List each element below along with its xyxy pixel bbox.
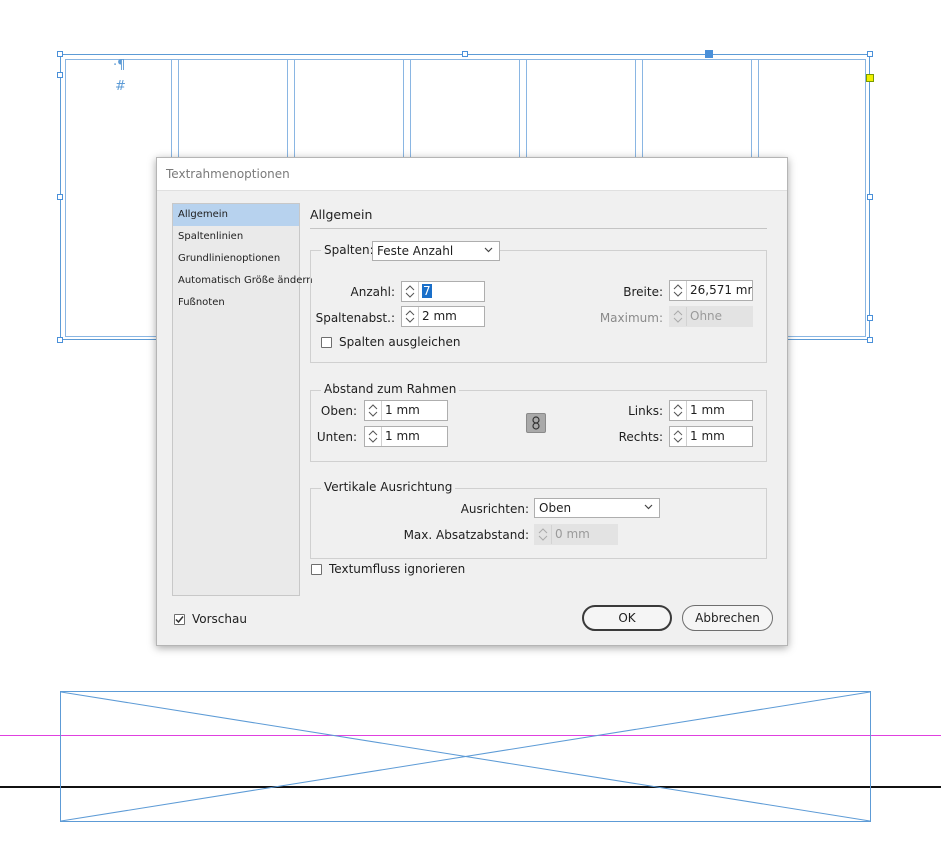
ok-button[interactable]: OK — [582, 605, 672, 631]
max-absatzabstand-value: 0 mm — [555, 527, 590, 541]
max-absatzabstand-stepper: 0 mm — [534, 524, 618, 545]
rechts-label: Rechts: — [618, 430, 663, 444]
unten-label: Unten: — [316, 430, 357, 444]
graphic-frame-placeholder[interactable] — [60, 691, 871, 822]
dialog-title: Textrahmenoptionen — [166, 167, 290, 181]
hash-marker: # — [115, 79, 126, 94]
ausrichten-dropdown[interactable]: Oben — [534, 498, 660, 518]
spalten-ausgleichen-checkbox[interactable] — [321, 337, 332, 348]
links-value: 1 mm — [690, 403, 725, 417]
overset-port-handle[interactable] — [867, 315, 873, 321]
stepper-arrows-icon — [535, 525, 552, 544]
pilcrow-marker: ·¶ — [113, 58, 126, 73]
breite-label: Breite: — [623, 285, 663, 299]
stepper-arrows-icon[interactable] — [402, 282, 419, 301]
stepper-arrows-icon[interactable] — [670, 427, 687, 446]
in-port-handle[interactable] — [57, 72, 63, 78]
ausrichten-value: Oben — [539, 501, 572, 515]
resize-handle-right[interactable] — [867, 194, 873, 200]
breite-value: 26,571 mr — [690, 283, 752, 297]
resize-handle-bottom-right[interactable] — [867, 337, 873, 343]
rechts-value: 1 mm — [690, 429, 725, 443]
spaltenabstand-label: Spaltenabst.: — [315, 311, 395, 325]
cancel-button[interactable]: Abbrechen — [682, 605, 773, 631]
textumfluss-checkbox[interactable] — [311, 564, 322, 575]
empty-frame-cross-icon — [61, 692, 870, 821]
chevron-down-icon — [644, 504, 653, 510]
stepper-arrows-icon[interactable] — [670, 281, 687, 300]
nav-item-auto-resize[interactable]: Automatisch Größe ändern — [173, 270, 313, 292]
inset-spacing-legend: Abstand zum Rahmen — [321, 382, 460, 396]
maximum-stepper: Ohne — [669, 306, 753, 327]
out-port-handle[interactable] — [705, 50, 713, 58]
dialog-titlebar[interactable]: Textrahmenoptionen — [157, 158, 787, 191]
breite-stepper[interactable]: 26,571 mr — [669, 280, 753, 301]
stepper-arrows-icon[interactable] — [402, 307, 419, 326]
stepper-arrows-icon[interactable] — [365, 427, 382, 446]
max-absatzabstand-label: Max. Absatzabstand: — [403, 528, 529, 542]
resize-handle-bottom-left[interactable] — [57, 337, 63, 343]
section-title: Allgemein — [310, 207, 373, 222]
stepper-arrows-icon — [670, 307, 687, 326]
columns-mode-dropdown[interactable]: Feste Anzahl — [372, 241, 500, 261]
nav-item-allgemein[interactable]: Allgemein — [173, 204, 299, 226]
category-list: Allgemein Spaltenlinien Grundlinienoptio… — [172, 203, 313, 596]
anzahl-value: 7 — [422, 284, 432, 298]
resize-handle-top-left[interactable] — [57, 51, 63, 57]
nav-item-fussnoten[interactable]: Fußnoten — [173, 292, 299, 314]
checkmark-icon — [175, 616, 184, 624]
anzahl-stepper[interactable]: 7 — [401, 281, 485, 302]
resize-handle-left[interactable] — [57, 194, 63, 200]
resize-handle-top[interactable] — [462, 51, 468, 57]
chain-link-icon[interactable] — [526, 413, 546, 433]
links-stepper[interactable]: 1 mm — [669, 400, 753, 421]
resize-handle-top-right[interactable] — [867, 51, 873, 57]
chevron-down-icon — [484, 247, 493, 253]
spaltenabstand-stepper[interactable]: 2 mm — [401, 306, 485, 327]
unten-value: 1 mm — [385, 429, 420, 443]
rechts-stepper[interactable]: 1 mm — [669, 426, 753, 447]
vertical-justification-legend: Vertikale Ausrichtung — [321, 480, 456, 494]
columns-mode-value: Feste Anzahl — [377, 244, 454, 258]
textumfluss-label[interactable]: Textumfluss ignorieren — [329, 562, 465, 576]
anzahl-label: Anzahl: — [350, 285, 395, 299]
spalten-ausgleichen-label[interactable]: Spalten ausgleichen — [339, 335, 461, 349]
ausrichten-label: Ausrichten: — [460, 502, 529, 516]
unten-stepper[interactable]: 1 mm — [364, 426, 448, 447]
vorschau-checkbox[interactable] — [174, 614, 185, 625]
columns-legend: Spalten: — [321, 243, 377, 257]
oben-label: Oben: — [320, 404, 357, 418]
maximum-label: Maximum: — [599, 311, 663, 325]
oben-stepper[interactable]: 1 mm — [364, 400, 448, 421]
vorschau-label[interactable]: Vorschau — [192, 612, 247, 626]
oben-value: 1 mm — [385, 403, 420, 417]
stepper-arrows-icon[interactable] — [365, 401, 382, 420]
spaltenabstand-value: 2 mm — [422, 309, 457, 323]
nav-item-spaltenlinien[interactable]: Spaltenlinien — [173, 226, 299, 248]
nav-item-grundlinienoptionen[interactable]: Grundlinienoptionen — [173, 248, 299, 270]
stepper-arrows-icon[interactable] — [670, 401, 687, 420]
corner-options-handle[interactable] — [866, 74, 874, 82]
text-frame-options-dialog: Textrahmenoptionen Allgemein Spaltenlini… — [156, 157, 788, 646]
links-label: Links: — [628, 404, 663, 418]
section-divider — [310, 228, 767, 229]
maximum-value: Ohne — [690, 309, 723, 323]
